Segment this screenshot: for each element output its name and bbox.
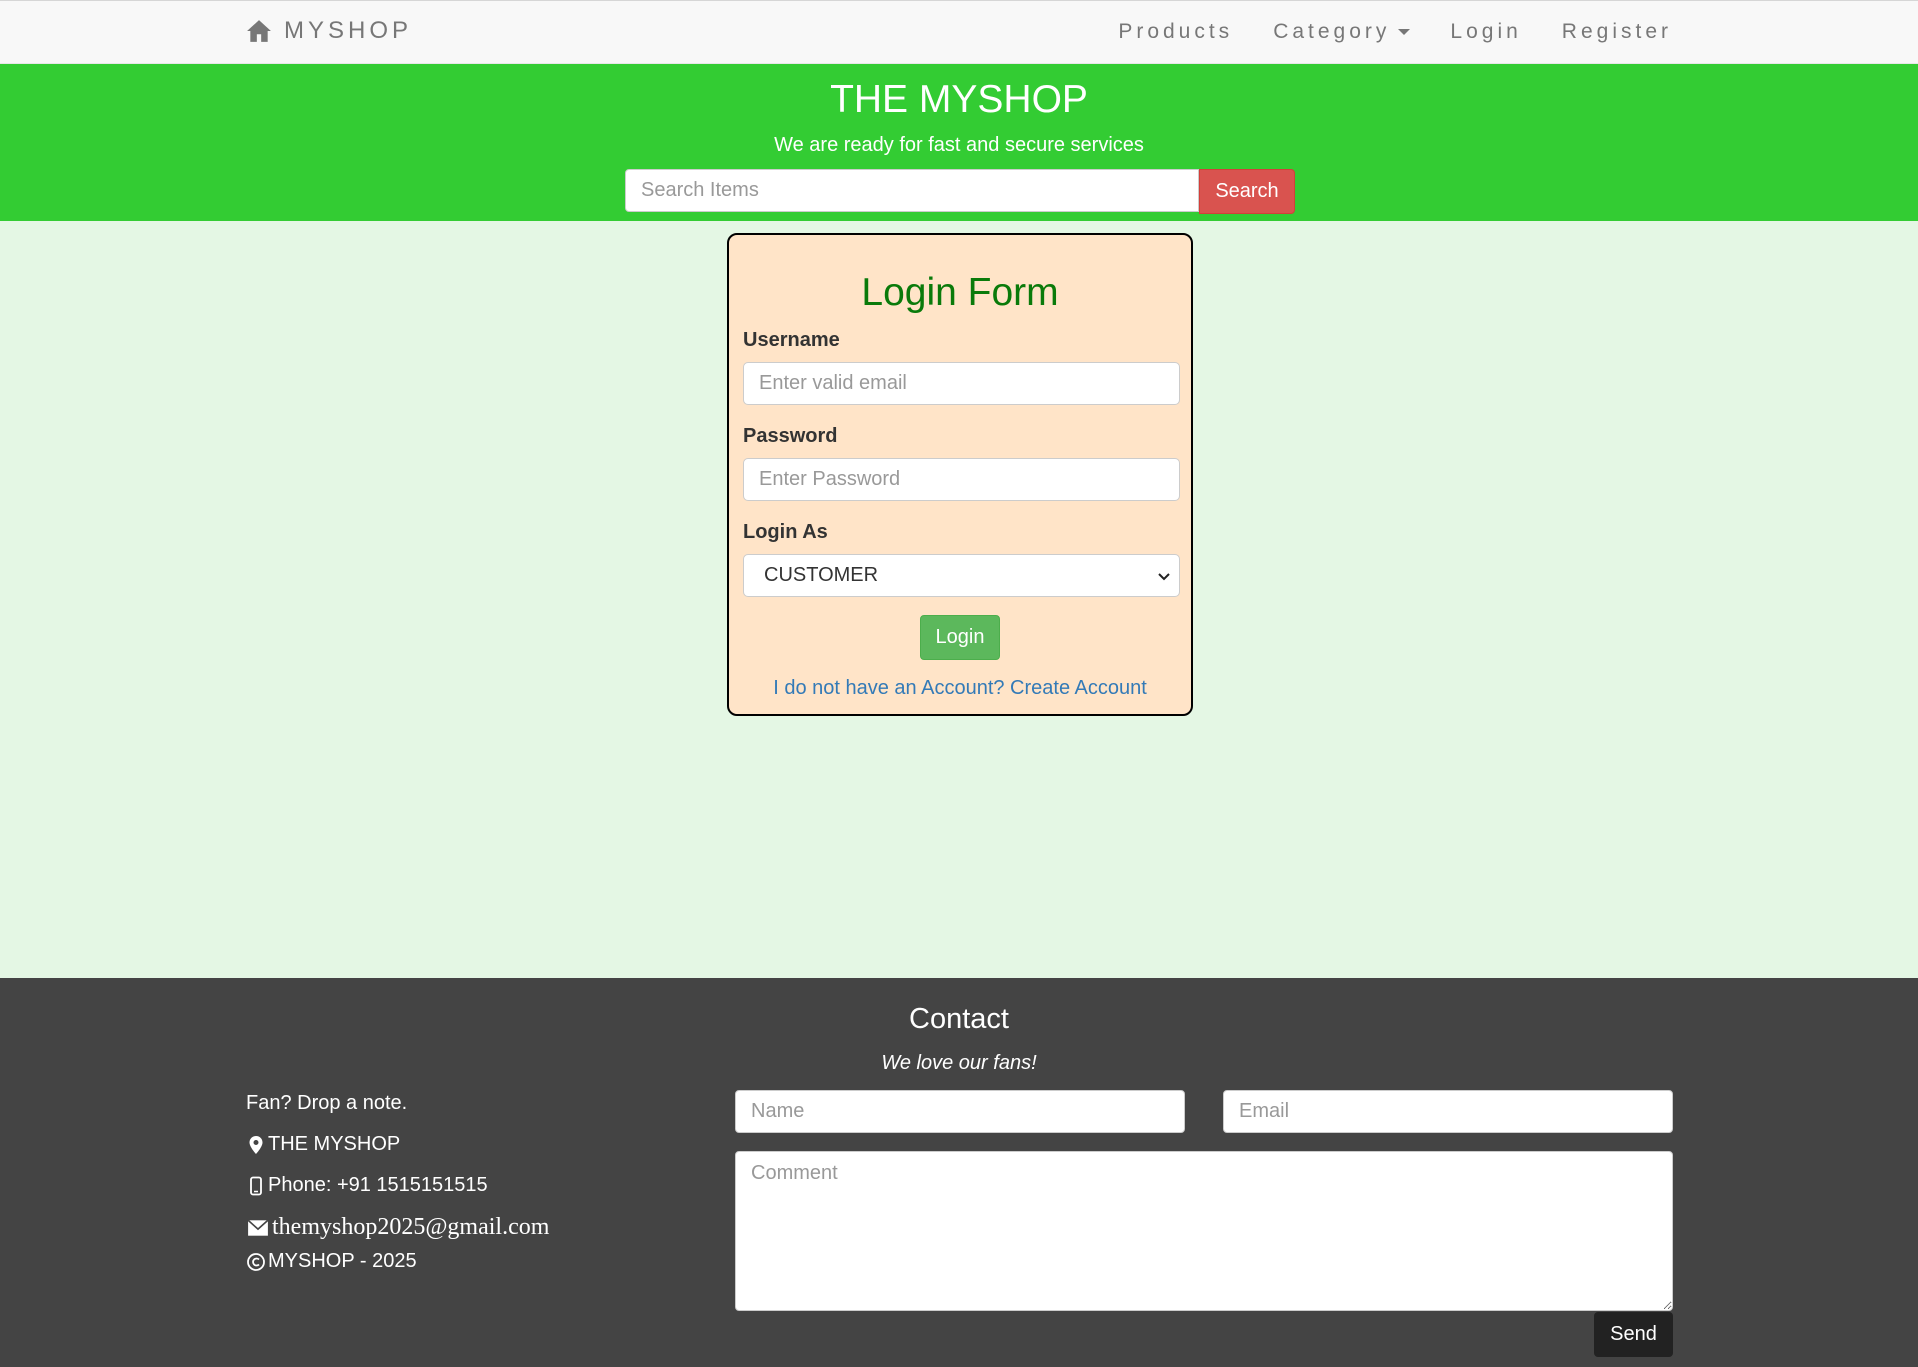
phone-text: Phone: +91 1515151515 [268, 1174, 488, 1196]
map-marker-icon [249, 1135, 263, 1154]
contact-footer: Contact We love our fans! Fan? Drop a no… [0, 978, 1918, 1367]
password-label: Password [743, 425, 838, 447]
brand-label: MYSHOP [284, 17, 413, 44]
address-line: THE MYSHOP [246, 1133, 400, 1156]
copyright-line: MYSHOP - 2025 [246, 1250, 417, 1273]
nav-login[interactable]: Login [1450, 20, 1521, 44]
login-as-select[interactable]: CUSTOMER [743, 554, 1180, 597]
address-text: THE MYSHOP [268, 1133, 401, 1155]
email-text: themyshop2025@gmail.com [272, 1214, 550, 1240]
nav-links: Products Category Login Register [1078, 1, 1672, 63]
nav-register[interactable]: Register [1562, 20, 1672, 44]
caret-down-icon [1398, 29, 1411, 35]
password-input[interactable] [743, 458, 1180, 501]
chevron-down-icon [1158, 572, 1170, 580]
username-label: Username [743, 329, 840, 351]
search-input[interactable] [625, 169, 1199, 212]
hero-title: THE MYSHOP [830, 78, 1088, 121]
search-button[interactable]: Search [1199, 169, 1295, 214]
search-bar: Search [625, 169, 1295, 214]
contact-name-input[interactable] [735, 1090, 1185, 1133]
contact-subtitle: We love our fans! [881, 1052, 1037, 1074]
nav-category-label: Category [1273, 20, 1391, 43]
copyright-icon [247, 1252, 265, 1271]
login-form: Login Form Username Password Login As CU… [727, 233, 1193, 716]
phone-line: Phone: +91 1515151515 [246, 1174, 488, 1197]
login-button[interactable]: Login [920, 615, 1000, 660]
copyright-text: MYSHOP - 2025 [268, 1250, 417, 1272]
home-icon [247, 20, 271, 42]
contact-title: Contact [909, 1003, 1009, 1035]
fan-note: Fan? Drop a note. [246, 1092, 407, 1115]
send-button[interactable]: Send [1594, 1312, 1673, 1357]
navbar: MYSHOP Products Category Login Register [0, 0, 1918, 64]
fan-note-text: Fan? Drop a note. [246, 1092, 408, 1114]
envelope-icon [247, 1219, 269, 1236]
email-line: themyshop2025@gmail.com [246, 1214, 549, 1241]
login-form-title: Login Form [861, 271, 1059, 314]
hero-banner: THE MYSHOP We are ready for fast and sec… [0, 64, 1918, 221]
create-account-link[interactable]: I do not have an Account? Create Account [729, 677, 1191, 700]
contact-email-input[interactable] [1223, 1090, 1673, 1133]
login-as-label: Login As [743, 521, 828, 543]
contact-comment-textarea[interactable] [735, 1151, 1673, 1311]
username-input[interactable] [743, 362, 1180, 405]
brand-link[interactable]: MYSHOP [246, 17, 412, 45]
hero-subtitle: We are ready for fast and secure service… [774, 134, 1144, 156]
login-as-value: CUSTOMER [764, 564, 879, 586]
phone-icon [250, 1176, 262, 1195]
nav-category-dropdown[interactable]: Category [1273, 20, 1411, 44]
nav-products[interactable]: Products [1118, 20, 1233, 44]
